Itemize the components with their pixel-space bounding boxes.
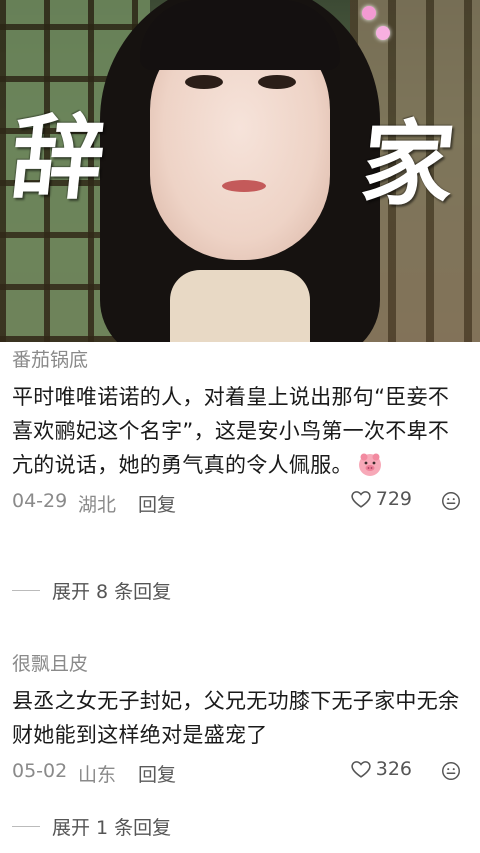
smiley-icon[interactable] <box>440 490 462 512</box>
smiley-icon[interactable] <box>440 760 462 782</box>
comment-date: 04-29 <box>12 490 68 512</box>
divider-dash <box>12 826 40 827</box>
video-frame[interactable]: 辞 家 <box>0 0 480 342</box>
like-button[interactable]: 326 <box>350 758 412 780</box>
expand-replies-button[interactable]: 展开 8 条回复 <box>12 577 171 604</box>
comment-meta: 04-29 湖北 回复 729 <box>12 488 468 518</box>
comment-meta: 05-02 山东 回复 326 <box>12 758 468 788</box>
like-count: 326 <box>375 758 412 780</box>
comment-text[interactable]: 平时唯唯诺诺的人，对着皇上说出那句“臣妾不喜欢鹂妃这个名字”，这是安小鸟第一次不… <box>12 380 468 482</box>
divider-dash <box>12 590 40 591</box>
comment-date: 05-02 <box>12 760 68 782</box>
heart-icon <box>351 761 371 778</box>
video-title-char-left: 辞 <box>6 104 110 212</box>
comment-item: 番茄锅底 平时唯唯诺诺的人，对着皇上说出那句“臣妾不喜欢鹂妃这个名字”，这是安小… <box>12 348 468 518</box>
like-button[interactable]: 729 <box>350 488 412 510</box>
reply-button[interactable]: 回复 <box>138 490 176 517</box>
hair-ornament <box>362 6 376 20</box>
comment-username[interactable]: 番茄锅底 <box>12 348 468 372</box>
expand-replies-button[interactable]: 展开 1 条回复 <box>12 813 171 840</box>
pig-emoji-icon <box>358 453 381 476</box>
reply-button[interactable]: 回复 <box>138 760 176 787</box>
actress-portrait <box>80 0 400 342</box>
comment-item: 很飘且皮 县丞之女无子封妃，父兄无功膝下无子家中无余财她能到这样绝对是盛宠了 0… <box>12 652 468 788</box>
hair-ornament <box>376 26 390 40</box>
like-count: 729 <box>375 488 412 510</box>
video-title-char-right: 家 <box>356 110 460 218</box>
comment-text[interactable]: 县丞之女无子封妃，父兄无功膝下无子家中无余财她能到这样绝对是盛宠了 <box>12 684 468 752</box>
comment-username[interactable]: 很飘且皮 <box>12 652 468 676</box>
expand-replies-label: 展开 8 条回复 <box>52 581 172 603</box>
expand-replies-label: 展开 1 条回复 <box>52 817 172 839</box>
comment-region: 湖北 <box>78 494 117 516</box>
comment-region: 山东 <box>78 764 117 786</box>
heart-icon <box>351 491 371 508</box>
